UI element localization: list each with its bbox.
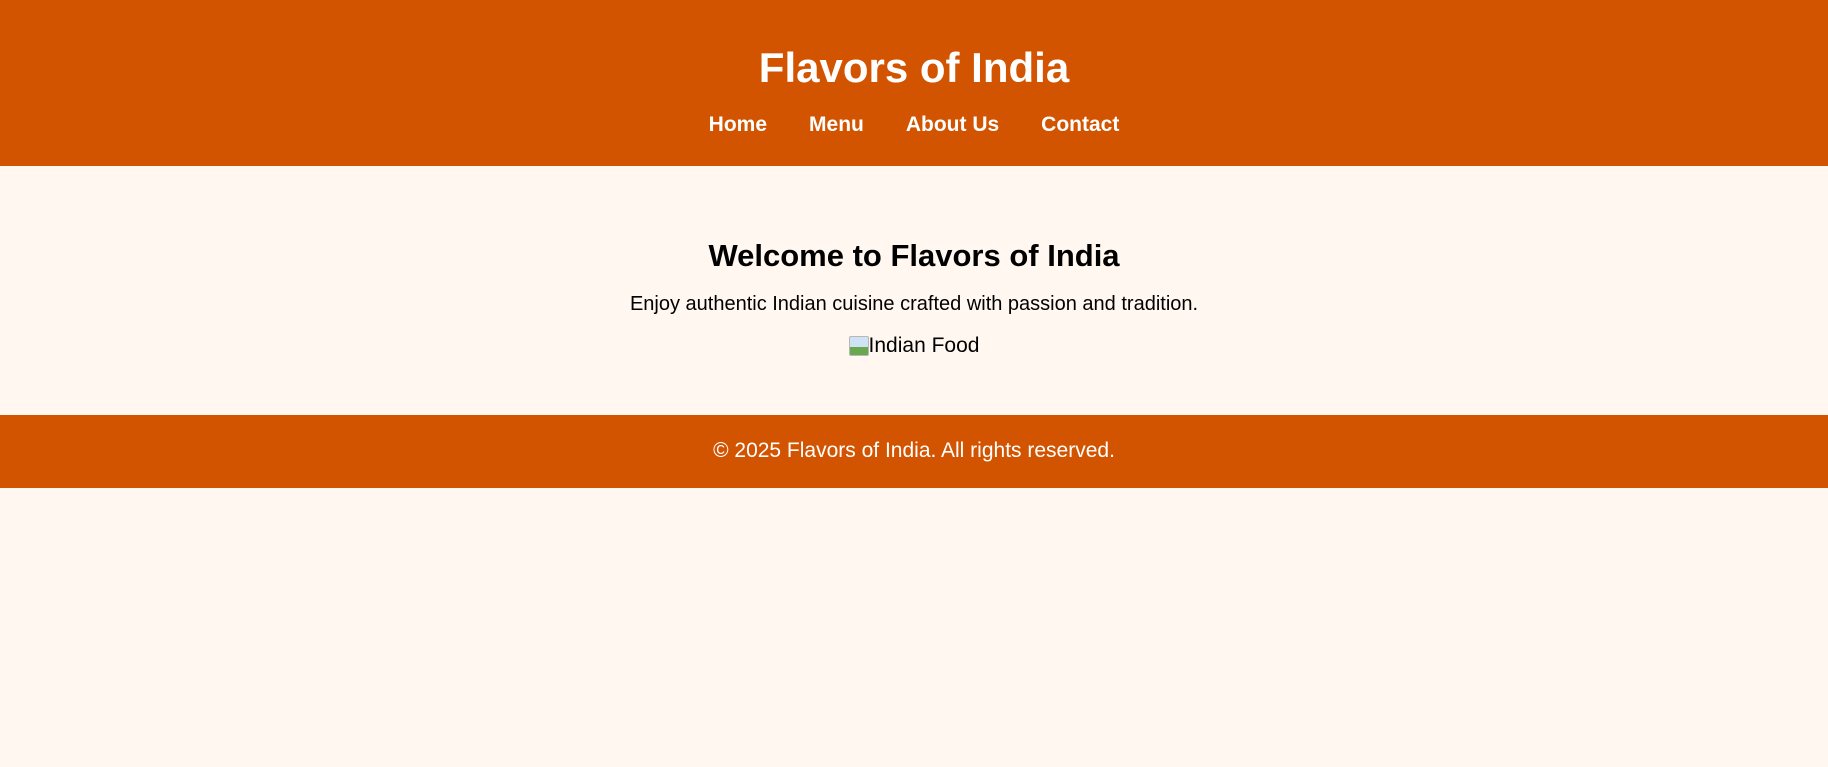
site-header: Flavors of India Home Menu About Us Cont… [0, 0, 1828, 166]
indian-food-image: Indian Food [848, 334, 980, 358]
image-alt-text: Indian Food [868, 334, 980, 357]
copyright-text: © 2025 Flavors of India. All rights rese… [713, 439, 1115, 462]
site-footer: © 2025 Flavors of India. All rights rese… [0, 415, 1828, 488]
nav-link-about-us[interactable]: About Us [906, 112, 999, 138]
nav-link-contact[interactable]: Contact [1041, 112, 1119, 138]
hero-section: Welcome to Flavors of India Enjoy authen… [0, 166, 1828, 415]
site-title: Flavors of India [758, 44, 1070, 91]
tagline-text: Enjoy authentic Indian cuisine crafted w… [629, 293, 1199, 315]
broken-image-icon [848, 336, 869, 356]
main-nav: Home Menu About Us Contact [0, 112, 1828, 138]
nav-link-menu[interactable]: Menu [809, 112, 864, 138]
welcome-heading: Welcome to Flavors of India [708, 238, 1120, 273]
nav-link-home[interactable]: Home [709, 112, 767, 138]
